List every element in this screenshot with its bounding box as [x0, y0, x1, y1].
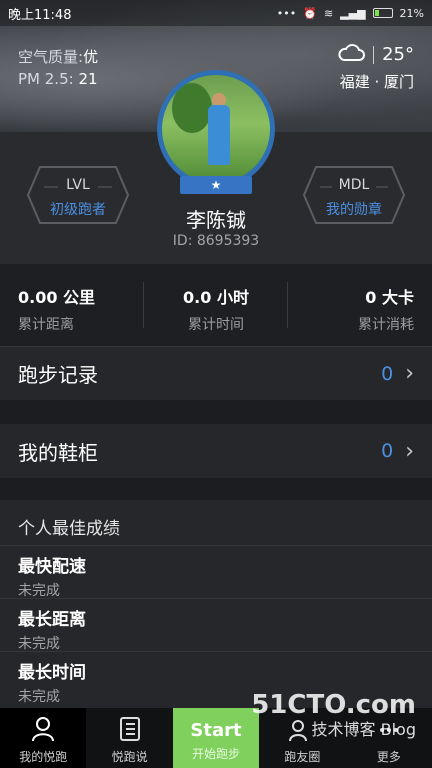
stat-calories-value: 0 大卡 [365, 288, 414, 307]
shoe-cabinet-row[interactable]: 我的鞋柜 0 › [0, 424, 432, 478]
cloud-icon [337, 42, 366, 67]
stat-calories: 0 大卡 累计消耗 [288, 264, 432, 346]
location: 福建 · 厦门 [339, 73, 414, 91]
section-gap [0, 478, 432, 500]
best-item-title: 最长距离 [18, 610, 86, 630]
signal-icon: ▂▄▆ [340, 6, 366, 20]
air-quality: 空气质量:优 PM 2.5: 21 [18, 46, 98, 90]
stat-distance-value: 0.00 公里 [18, 288, 96, 307]
stat-time: 0.0 小时 累计时间 [144, 264, 288, 346]
watermark: 51CTO.com 技术博客 Blog [251, 690, 416, 740]
chevron-right-icon: › [405, 361, 414, 386]
stat-time-value: 0.0 小时 [183, 288, 249, 307]
medal-label: MDL [338, 177, 370, 193]
book-icon [86, 708, 172, 742]
best-item-distance[interactable]: 最长距离 未完成 [0, 599, 432, 652]
stat-time-caption: 累计时间 [188, 317, 244, 333]
shoe-cabinet-count: 0 [381, 440, 394, 462]
battery-icon [372, 8, 393, 18]
running-records-count: 0 [381, 362, 394, 385]
tab-my-run[interactable]: 我的悦跑 [0, 708, 87, 768]
best-item-title: 最快配速 [18, 557, 86, 577]
star-icon: ★ [180, 176, 252, 194]
stats-row: 0.00 公里 累计距离 0.0 小时 累计时间 0 大卡 累计消耗 [0, 264, 432, 346]
running-records-row[interactable]: 跑步记录 0 › [0, 346, 432, 400]
air-quality-value: 优 [83, 48, 99, 66]
weather-info: 25° 福建 · 厦门 [337, 42, 414, 92]
best-item-status: 未完成 [18, 636, 60, 652]
tab-label: 我的悦跑 [19, 750, 68, 764]
personal-best-panel: 个人最佳成绩 最快配速 未完成 最长距离 未完成 最长时间 未完成 [0, 500, 432, 708]
start-label: Start [190, 720, 242, 741]
level-label: LVL [66, 177, 90, 193]
stat-calories-caption: 累计消耗 [358, 317, 414, 333]
chevron-right-icon: › [405, 438, 414, 464]
best-item-title: 最长时间 [18, 663, 86, 683]
user-name: 李陈铖 [186, 208, 246, 232]
temperature: 25° [382, 44, 414, 65]
tab-label: 开始跑步 [192, 747, 241, 761]
status-bar: 晚上11:48 ••• ⏰ ≋ ▂▄▆ 21% [0, 0, 432, 26]
stat-distance-caption: 累计距离 [18, 317, 74, 333]
tab-label: 悦跑说 [111, 750, 148, 764]
start-run-button[interactable]: Start 开始跑步 [172, 708, 260, 768]
status-icons: ••• ⏰ ≋ ▂▄▆ 21% [277, 7, 424, 20]
avatar[interactable] [157, 70, 275, 188]
battery-percent: 21% [399, 6, 424, 20]
best-item-pace[interactable]: 最快配速 未完成 [0, 546, 432, 599]
section-gap [0, 400, 432, 424]
best-item-status: 未完成 [18, 583, 60, 599]
more-dots-icon: ••• [276, 6, 297, 20]
stat-distance: 0.00 公里 累计距离 [0, 264, 144, 346]
tab-label: 跑友圈 [284, 750, 321, 764]
avatar-photo [162, 75, 270, 183]
alarm-icon: ⏰ [303, 6, 317, 20]
wifi-icon: ≋ [323, 6, 334, 20]
tab-talk[interactable]: 悦跑说 [86, 708, 172, 768]
personal-best-title: 个人最佳成绩 [0, 500, 432, 546]
shoe-cabinet-title: 我的鞋柜 [18, 440, 98, 465]
tab-label: 更多 [376, 750, 401, 764]
status-time: 晚上11:48 [8, 7, 72, 23]
air-quality-label: 空气质量: [18, 48, 84, 66]
weather-divider [373, 45, 375, 64]
pm25-value: 21 [78, 70, 98, 88]
pm25-label: PM 2.5: [18, 70, 74, 88]
running-records-title: 跑步记录 [18, 363, 98, 387]
user-id: ID: 8695393 [172, 233, 260, 249]
person-icon [0, 708, 86, 742]
